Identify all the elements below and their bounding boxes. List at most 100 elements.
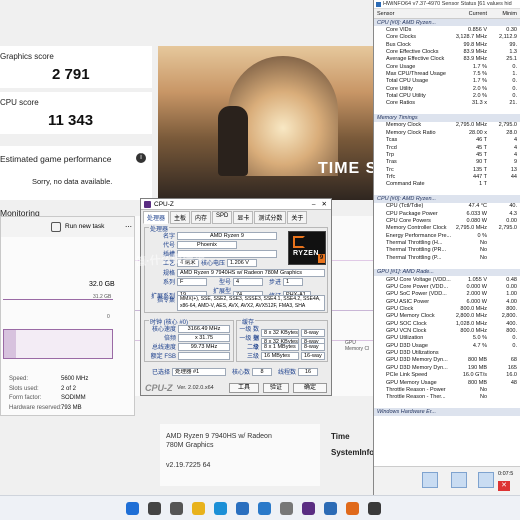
sensor-row[interactable]: Core Effective Clocks 83.9 MHz 1.3 [374, 48, 520, 55]
tab-spd[interactable]: SPD [212, 211, 233, 224]
run-new-task-button[interactable]: Run new task [65, 223, 104, 230]
close-icon[interactable]: ✕ [322, 200, 327, 208]
search-icon[interactable] [148, 502, 161, 515]
app-icon[interactable] [368, 502, 381, 515]
info-icon[interactable]: i [136, 153, 146, 163]
sensor-minimum: 800. [506, 328, 517, 335]
store-icon[interactable] [236, 502, 249, 515]
ok-button[interactable]: 确定 [293, 383, 327, 393]
sensor-row[interactable]: GPU Core Power (VDD... 0.000 W 0.00 [374, 283, 520, 290]
cpuz-taskbar-icon[interactable] [302, 502, 315, 515]
sensor-row[interactable]: Memory Controller Clock 2,795.0 MHz 2,795.… [374, 225, 520, 232]
edge-browser-icon[interactable] [214, 502, 227, 515]
sensor-row[interactable]: Thermal Throttling (H... No [374, 239, 520, 246]
sensor-row[interactable]: Tcas 46 T 4 [374, 137, 520, 144]
sensor-row[interactable]: Total CPU Usage 1.7 % 0. [374, 78, 520, 85]
sensor-row[interactable]: Core Clocks 3,128.7 MHz 2,112.9 [374, 34, 520, 41]
col-current[interactable]: Current [454, 11, 487, 17]
sensor-row[interactable]: Trfc 447 T 44 [374, 173, 520, 180]
settings-icon[interactable] [451, 472, 467, 488]
cpuz-title: CPU-Z [154, 200, 174, 208]
sensor-row[interactable]: Throttle Reason - Power No [374, 386, 520, 393]
sensor-row[interactable]: Total CPU Utility 2.0 % 0. [374, 92, 520, 99]
sensor-row[interactable]: Core VIDs 0.856 V 0.30 [374, 26, 520, 33]
sensor-row[interactable]: Tras 90 T 9 [374, 159, 520, 166]
sensor-row[interactable]: CPU Core Powers 0.080 W 0.00 [374, 217, 520, 224]
processor-select[interactable]: 处理器 #1 [172, 367, 226, 376]
sensor-row[interactable]: CPU Package Power 6.033 W 4.3 [374, 210, 520, 217]
sensor-row[interactable]: GPU SoC Power (VDD... 2.000 W 1.00 [374, 291, 520, 298]
clock-icon[interactable] [478, 472, 494, 488]
tab-processor[interactable]: 处理器 [143, 211, 170, 224]
sensor-row[interactable]: Command Rate 1 T [374, 181, 520, 188]
windows-start-icon[interactable] [126, 502, 139, 515]
sensor-row[interactable]: Thermal Throttling (PR... No [374, 247, 520, 254]
tools-button[interactable]: 工具 [229, 383, 259, 393]
tab-mainboard[interactable]: 主板 [170, 211, 191, 224]
settings-icon[interactable] [280, 502, 293, 515]
threedmark-taskbar-icon[interactable] [346, 502, 359, 515]
sensor-row[interactable]: GPU D3D Memory Dyn... 190 MB 165 [374, 364, 520, 371]
hwinfo-taskbar-icon[interactable] [324, 502, 337, 515]
sensor-name: CPU (Tctl/Tdie) [386, 203, 424, 210]
sensor-group-header[interactable]: CPU [#0]: AMD Ryzen... [374, 195, 520, 203]
sensor-row[interactable]: CPU (Tctl/Tdie) 47.4 °C 40. [374, 203, 520, 210]
sensor-row[interactable]: Bus Clock 99.8 MHz 99. [374, 41, 520, 48]
run-task-icon[interactable] [51, 222, 61, 232]
sensor-row[interactable]: Trcd 45 T 4 [374, 144, 520, 151]
sensor-row[interactable]: Trp 45 T 4 [374, 151, 520, 158]
close-hwinfo-icon[interactable]: ✕ [498, 481, 510, 491]
sensor-name: Thermal Throttling (H... [386, 239, 443, 246]
sensor-row[interactable]: Memory Clock Ratio 28.00 x 28.0 [374, 129, 520, 136]
sensor-row[interactable]: Core Usage 1.7 % 0. [374, 63, 520, 70]
sensor-row[interactable]: GPU VCN Clock 800.0 MHz 800. [374, 327, 520, 334]
sensor-row[interactable]: GPU SOC Clock 1,028.0 MHz 400. [374, 320, 520, 327]
tab-memory[interactable]: 内存 [191, 211, 212, 224]
mail-icon[interactable] [258, 502, 271, 515]
col-sensor[interactable]: Sensor [374, 11, 454, 17]
col-minimum[interactable]: Minim [487, 11, 517, 17]
task-view-icon[interactable] [170, 502, 183, 515]
sensor-current: 3,128.7 MHz [455, 34, 487, 41]
sensor-minimum: 4.00 [506, 298, 517, 305]
sensor-minimum: 0. [512, 342, 517, 349]
sensor-minimum: 1. [512, 71, 517, 78]
sensor-group-header[interactable]: GPU [#1]: AMD Rade... [374, 268, 520, 277]
validate-button[interactable]: 验证 [263, 383, 289, 393]
more-options-icon[interactable]: ⋯ [125, 223, 132, 231]
sensor-row[interactable]: GPU Utilization 5.0 % 0. [374, 335, 520, 342]
rated-fsb-value [178, 351, 230, 360]
form-factor-value: SODIMM [61, 395, 86, 401]
sensor-row[interactable]: PCIe Link Speed 16.0 GT/s 16.0 [374, 372, 520, 379]
sensor-row[interactable]: GPU Core Voltage (VDD... 1.055 V 0.48 [374, 276, 520, 283]
sensor-row[interactable]: Core Utility 2.0 % 0. [374, 85, 520, 92]
file-explorer-icon[interactable] [192, 502, 205, 515]
sensor-group-header[interactable]: Memory Timings [374, 114, 520, 122]
sensor-row[interactable]: Trc 135 T 13 [374, 166, 520, 173]
tab-about[interactable]: 关于 [287, 211, 308, 224]
tab-graphics[interactable]: 显卡 [233, 211, 254, 224]
tab-bench[interactable]: 测试分数 [254, 211, 287, 224]
sensor-row[interactable]: GPU Memory Usage 800 MB 48 [374, 379, 520, 386]
sensor-row[interactable]: GPU ASIC Power 6.000 W 4.00 [374, 298, 520, 305]
sensor-group-header[interactable]: CPU [#0]: AMD Ryzen... [374, 19, 520, 27]
sensor-row[interactable]: GPU Memory Clock 2,800.0 MHz 2,800. [374, 313, 520, 320]
sensor-nav-icon[interactable] [422, 472, 438, 488]
sensor-group-header[interactable]: Windows Hardware Er... [374, 408, 520, 416]
sensor-row[interactable]: GPU D3D Utilizations [374, 349, 520, 356]
sensor-row[interactable]: Energy Performance Pre... 0 % [374, 232, 520, 239]
minimize-icon[interactable]: – [312, 201, 316, 208]
sensor-name: GPU Core Power (VDD... [386, 284, 449, 291]
sensor-row[interactable]: Thermal Throttling (P... No [374, 254, 520, 261]
rated-fsb-key: 额定 FSB [150, 354, 176, 360]
specification-key: 规格 [162, 271, 175, 277]
sensor-row[interactable]: GPU D3D Memory Dyn... 800 MB 68 [374, 357, 520, 364]
l2-key: 二级 [246, 345, 259, 351]
sensor-row[interactable]: Max CPU/Thread Usage 7.5 % 1. [374, 70, 520, 77]
sensor-row[interactable]: Average Effective Clock 83.9 MHz 25.1 [374, 56, 520, 63]
sensor-row[interactable]: Memory Clock 2,795.0 MHz 2,795.0 [374, 122, 520, 129]
sensor-row[interactable]: Core Ratios 31.3 x 21. [374, 100, 520, 107]
sensor-row[interactable]: Throttle Reason - Ther... No [374, 394, 520, 401]
sensor-row[interactable]: GPU Clock 800.0 MHz 800. [374, 305, 520, 312]
sensor-row[interactable]: GPU D3D Usage 4.7 % 0. [374, 342, 520, 349]
